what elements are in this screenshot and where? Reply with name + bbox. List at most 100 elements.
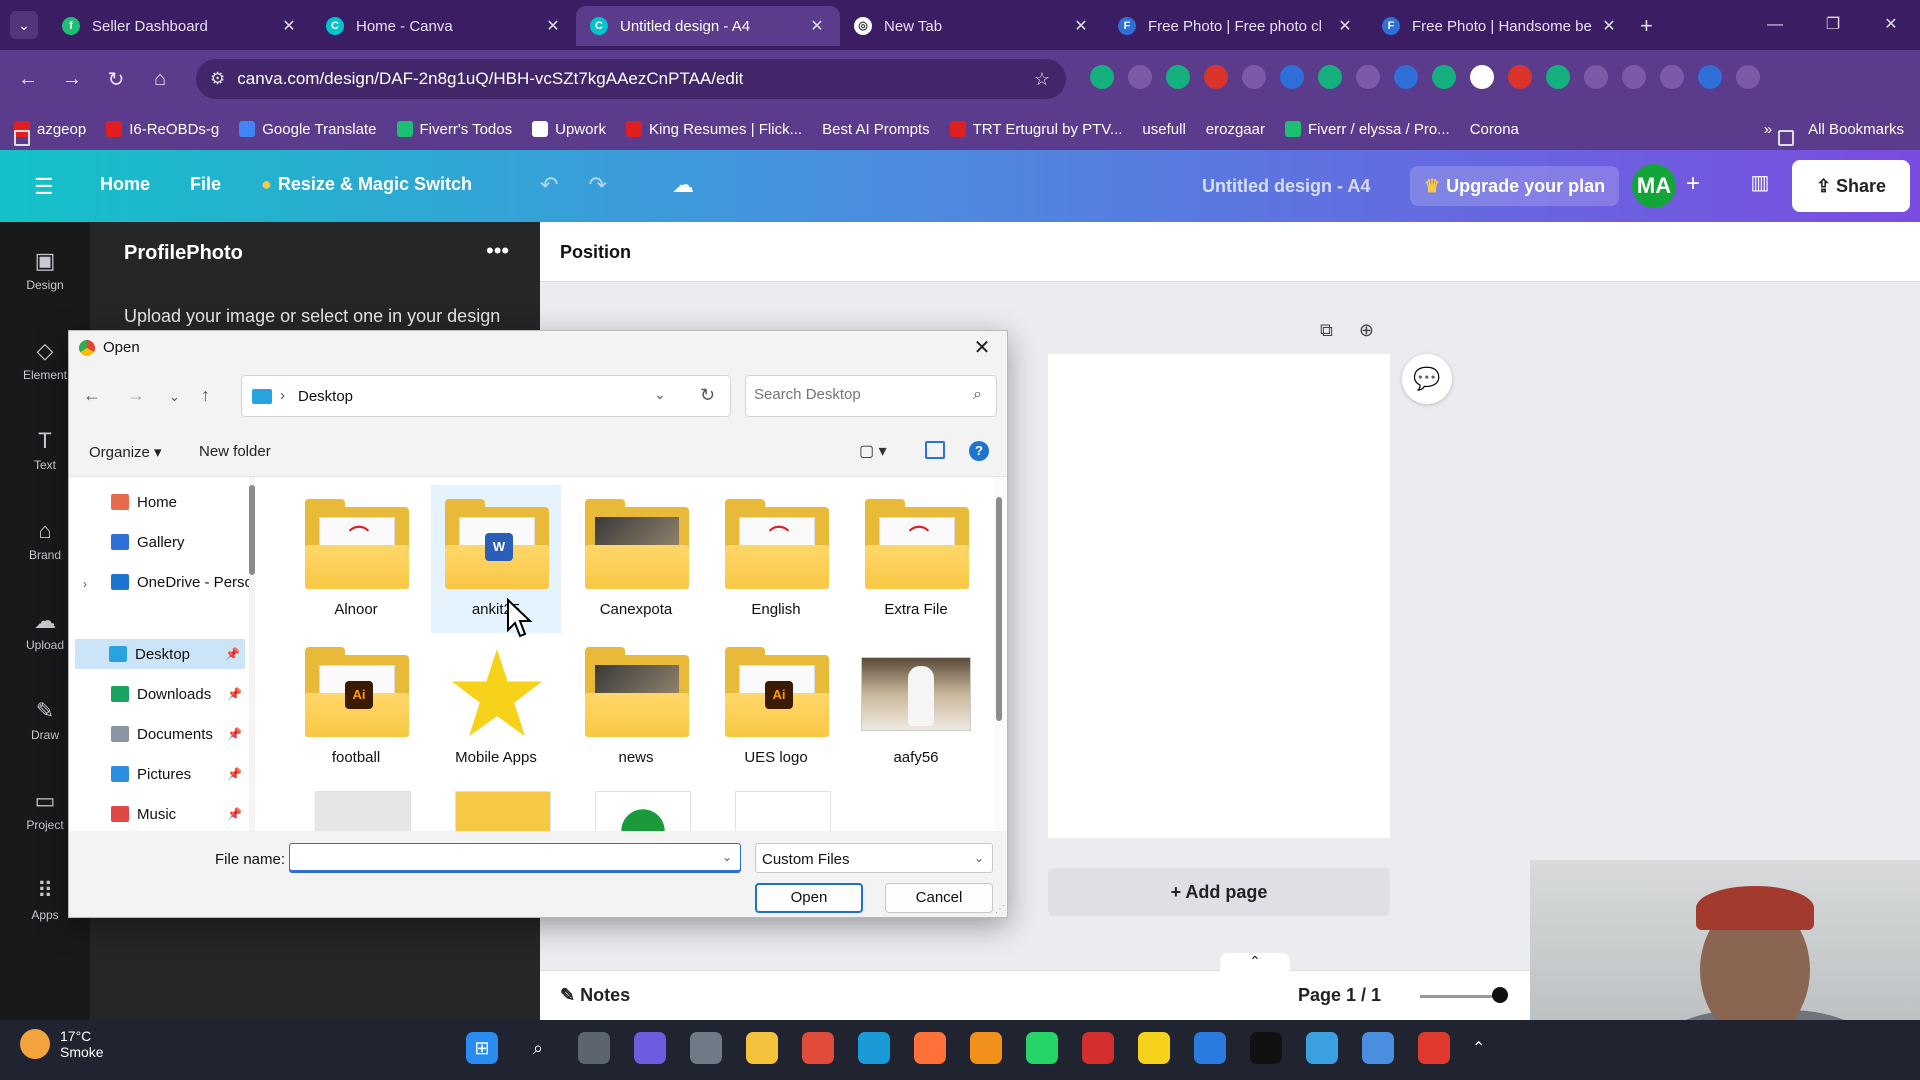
- screen-recorder-icon[interactable]: [1418, 1032, 1450, 1064]
- design-page[interactable]: [1048, 354, 1390, 838]
- browser-tab[interactable]: C Untitled design - A4 ✕: [576, 6, 840, 46]
- search-tool-icon[interactable]: [970, 1032, 1002, 1064]
- minimize-button[interactable]: —: [1746, 0, 1804, 50]
- browser-tab[interactable]: f Seller Dashboard ✕: [48, 6, 312, 46]
- browser-tab[interactable]: ◎ New Tab ✕: [840, 6, 1104, 46]
- back-icon[interactable]: ←: [6, 68, 50, 91]
- file-item-partial[interactable]: [735, 791, 831, 831]
- file-explorer-icon[interactable]: [746, 1032, 778, 1064]
- nav-item-desktop[interactable]: Desktop 📌: [75, 639, 245, 669]
- extension-icon[interactable]: [1508, 65, 1532, 89]
- whatsapp-icon[interactable]: [1026, 1032, 1058, 1064]
- bookmark-item[interactable]: Corona: [14, 121, 1519, 146]
- file-type-select[interactable]: Custom Files ⌄: [755, 843, 993, 873]
- close-tab-icon[interactable]: ✕: [808, 16, 826, 36]
- breadcrumb-location[interactable]: Desktop: [298, 388, 353, 405]
- nav-item-music[interactable]: Music 📌: [111, 799, 242, 829]
- file-scrollbar-thumb[interactable]: [996, 497, 1002, 721]
- browser-tab[interactable]: F Free Photo | Handsome be ✕: [1368, 6, 1632, 46]
- browser-tab[interactable]: C Home - Canva ✕: [312, 6, 576, 46]
- recent-locations-icon[interactable]: ⌄: [169, 389, 180, 405]
- add-comment-icon[interactable]: 💬: [1402, 354, 1452, 404]
- rail-item-design[interactable]: ▣ Design: [0, 248, 90, 292]
- hamburger-menu-icon[interactable]: ☰: [34, 174, 54, 200]
- nav-scrollbar[interactable]: [249, 477, 255, 831]
- browser-tab[interactable]: F Free Photo | Free photo cl ✕: [1104, 6, 1368, 46]
- cloud-save-icon[interactable]: ☁: [672, 172, 694, 198]
- search-input[interactable]: [754, 386, 954, 403]
- cancel-button[interactable]: Cancel: [885, 883, 993, 913]
- page-indicator[interactable]: Page 1 / 1: [1298, 985, 1381, 1006]
- upgrade-plan-button[interactable]: ♛ Upgrade your plan: [1410, 166, 1620, 206]
- extension-icon[interactable]: [1546, 65, 1570, 89]
- file-item[interactable]: ⌒ Alnoor: [291, 485, 421, 633]
- nav-item-home[interactable]: Home: [111, 487, 177, 517]
- bookmark-item[interactable]: TRT Ertugrul by PTV...: [949, 121, 1122, 138]
- duplicate-page-icon[interactable]: ⧉: [1320, 320, 1333, 341]
- file-item[interactable]: ⌒ Extra File: [851, 485, 981, 633]
- zoom-slider-handle[interactable]: [1492, 987, 1508, 1003]
- insights-chart-icon[interactable]: ▥: [1744, 170, 1776, 202]
- download-icon[interactable]: [1622, 65, 1646, 89]
- new-tab-icon[interactable]: +: [1640, 6, 1653, 46]
- chevron-down-icon[interactable]: ⌄: [722, 850, 732, 864]
- search-box[interactable]: ⌕: [745, 375, 997, 417]
- store-icon[interactable]: [1194, 1032, 1226, 1064]
- teams-icon[interactable]: [634, 1032, 666, 1064]
- help-icon[interactable]: ?: [969, 441, 989, 461]
- home-menu[interactable]: Home: [100, 174, 150, 195]
- back-arrow-icon[interactable]: ←: [83, 385, 101, 406]
- view-options-icon[interactable]: ▢ ▾: [859, 441, 887, 461]
- nav-item-onedrive[interactable]: OneDrive - Perso: [111, 567, 249, 597]
- start-windows-icon[interactable]: ⊞: [466, 1032, 498, 1064]
- tab-search-button[interactable]: ⌄: [10, 11, 38, 39]
- chevron-up-icon[interactable]: ⌃: [1220, 953, 1290, 971]
- bookmark-item[interactable]: usefull: [14, 121, 1186, 146]
- avatar[interactable]: MA: [1632, 164, 1676, 208]
- file-item[interactable]: Ai football: [291, 633, 421, 781]
- file-item[interactable]: Canexpota: [571, 485, 701, 633]
- file-item-partial[interactable]: [315, 791, 411, 831]
- screen-tool-icon[interactable]: [1306, 1032, 1338, 1064]
- extension-icon[interactable]: [1242, 65, 1266, 89]
- close-tab-icon[interactable]: ✕: [1336, 16, 1354, 36]
- menu-dots-icon[interactable]: [1736, 65, 1760, 89]
- home-icon[interactable]: ⌂: [138, 68, 182, 91]
- redo-icon[interactable]: ↷: [588, 172, 606, 198]
- refresh-icon[interactable]: ↻: [700, 385, 715, 406]
- all-bookmarks-button[interactable]: All Bookmarks: [1777, 121, 1904, 146]
- share-button[interactable]: ⇪ Share: [1792, 160, 1910, 212]
- close-tab-icon[interactable]: ✕: [544, 16, 562, 36]
- file-item-partial[interactable]: [595, 791, 691, 831]
- more-options-icon[interactable]: •••: [486, 238, 509, 264]
- up-arrow-icon[interactable]: ↑: [201, 385, 210, 406]
- side-panel-icon[interactable]: [1660, 65, 1684, 89]
- bookmark-item[interactable]: I6-ReOBDs-g: [106, 121, 219, 138]
- undo-icon[interactable]: ↶: [540, 172, 558, 198]
- bookmark-item[interactable]: Upwork: [532, 121, 606, 138]
- more-bookmarks-button[interactable]: »: [1764, 121, 1772, 138]
- calculator-icon[interactable]: [690, 1032, 722, 1064]
- file-name-field[interactable]: ⌄: [289, 843, 741, 873]
- bookmark-item[interactable]: Google Translate: [239, 121, 377, 138]
- profile-avatar[interactable]: [1698, 65, 1722, 89]
- file-item[interactable]: Wankit25: [431, 485, 561, 633]
- close-tab-icon[interactable]: ✕: [1072, 16, 1090, 36]
- file-item[interactable]: news: [571, 633, 701, 781]
- extension-icon[interactable]: [1432, 65, 1456, 89]
- reload-icon[interactable]: ↻: [94, 67, 138, 92]
- preview-pane-icon[interactable]: [925, 441, 945, 459]
- nav-item-gallery[interactable]: Gallery: [111, 527, 185, 557]
- bookmark-star-icon[interactable]: ☆: [1034, 69, 1050, 90]
- notes-button[interactable]: ✎ Notes: [560, 985, 630, 1006]
- extension-icon[interactable]: [1128, 65, 1152, 89]
- bookmark-item[interactable]: King Resumes | Flick...: [625, 121, 802, 138]
- bookmark-item[interactable]: Best AI Prompts: [14, 121, 930, 146]
- extensions-puzzle-icon[interactable]: [1584, 65, 1608, 89]
- file-menu[interactable]: File: [190, 174, 221, 195]
- file-item[interactable]: aafy56: [851, 633, 981, 781]
- design-title[interactable]: Untitled design - A4: [1202, 176, 1370, 197]
- file-item[interactable]: ⌒ English: [711, 485, 841, 633]
- organize-button[interactable]: Organize ▾: [89, 443, 162, 461]
- zoom-slider[interactable]: [1420, 995, 1500, 998]
